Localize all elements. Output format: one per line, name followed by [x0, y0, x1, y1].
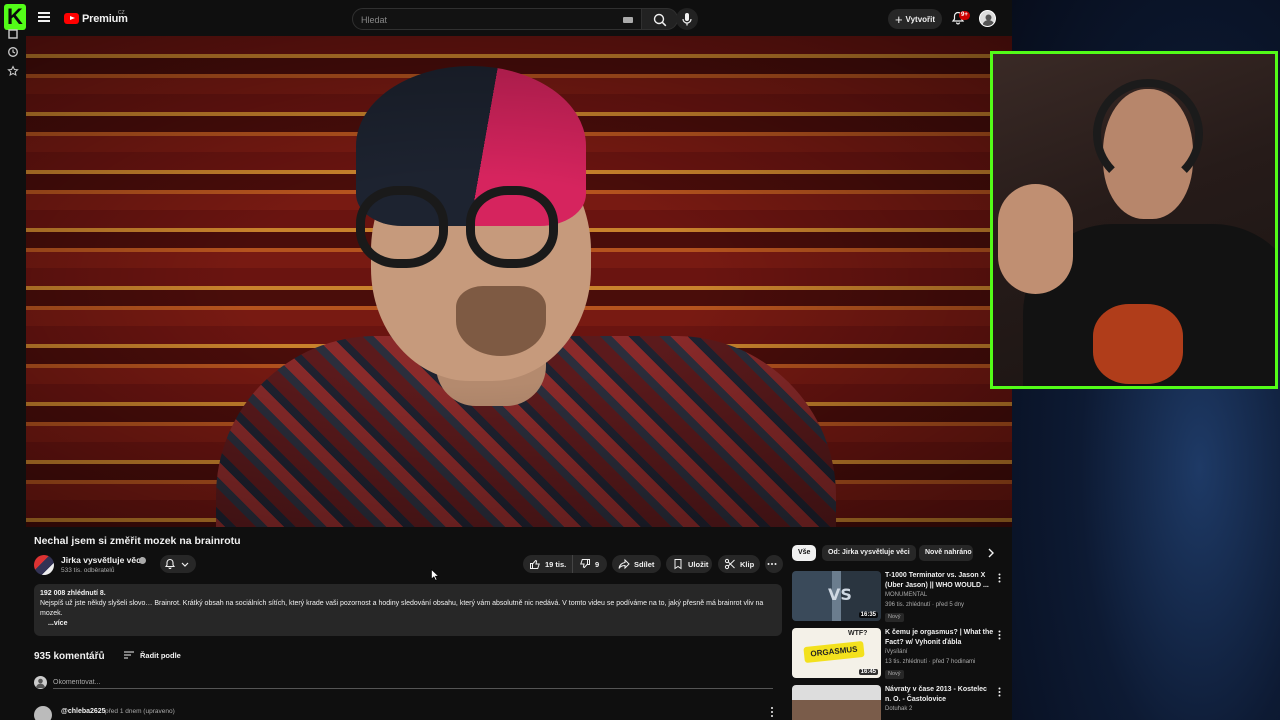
show-more-link[interactable]: ...více: [40, 619, 776, 629]
subscriber-count: 533 tis. odběratelů: [61, 567, 115, 574]
share-button[interactable]: Sdílet: [612, 555, 661, 573]
recommendation-title[interactable]: K čemu je orgasmus? | What the Fact? w/ …: [885, 628, 995, 647]
chip-all[interactable]: Vše: [792, 545, 817, 561]
country-code: CZ: [118, 10, 125, 16]
more-vertical-icon[interactable]: [998, 630, 1001, 640]
history-icon[interactable]: [7, 46, 19, 58]
recommendation-item[interactable]: Návraty v čase 2013 - Kostelec n. O. - Č…: [792, 685, 1007, 720]
menu-icon[interactable]: [38, 12, 50, 22]
comment-author[interactable]: @chleba2625: [61, 708, 106, 715]
recommendation-item[interactable]: WTF? ORGASMUS 16:45 K čemu je orgasmus? …: [792, 628, 1007, 684]
webcam-hand: [998, 184, 1073, 294]
create-label: Vytvořit: [905, 14, 936, 24]
more-vertical-icon[interactable]: [998, 573, 1001, 583]
account-avatar[interactable]: [979, 10, 996, 27]
recommendation-channel[interactable]: iVysílání: [885, 649, 907, 655]
sort-button[interactable]: Řadit podle: [140, 651, 181, 660]
thumbs-down-icon: [580, 559, 590, 569]
scissors-icon: [724, 558, 735, 570]
chip-from-channel[interactable]: Od: Jirka vysvětluje věci: [822, 545, 916, 561]
recommendation-channel[interactable]: Dotuhak 2: [885, 706, 912, 712]
chevron-right-icon[interactable]: [985, 546, 997, 560]
search-box: [352, 8, 642, 30]
recommendation-meta: 396 tis. zhlédnutí · před 5 dny: [885, 602, 965, 608]
notification-badge: 9+: [959, 11, 970, 20]
kick-logo: K: [4, 4, 26, 30]
youtube-play-icon: [64, 13, 79, 24]
subscription-bell-button[interactable]: [160, 555, 196, 573]
create-button[interactable]: + Vytvořit: [888, 9, 942, 29]
recommendation-title[interactable]: T-1000 Terminator vs. Jason X (Uber Jaso…: [885, 571, 995, 590]
user-icon: [982, 14, 995, 26]
thumbnail-text-secondary: WTF?: [848, 630, 868, 637]
recommendation-item[interactable]: VS 16:35 T-1000 Terminator vs. Jason X (…: [792, 571, 1007, 627]
channel-avatar[interactable]: [34, 555, 54, 575]
save-button[interactable]: Uložit: [666, 555, 712, 573]
new-badge: Nový: [885, 613, 904, 622]
thumbnail-text: ORGASMUS: [803, 640, 865, 664]
bookmark-icon: [674, 559, 682, 570]
webcam-shirt-print: [1093, 304, 1183, 384]
thumbs-up-icon: [530, 559, 540, 569]
chip-recently-uploaded[interactable]: Nově nahráno: [919, 545, 973, 561]
keyboard-icon[interactable]: [623, 17, 633, 23]
user-icon: [36, 678, 45, 688]
comment-menu-icon[interactable]: [770, 706, 774, 718]
video-duration: 16:45: [858, 669, 878, 675]
plus-icon: +: [894, 11, 903, 27]
star-icon[interactable]: [7, 65, 19, 77]
recommendation-thumbnail[interactable]: WTF? ORGASMUS 16:45: [792, 628, 881, 678]
own-avatar: [34, 676, 47, 689]
video-duration: 16:35: [858, 612, 878, 618]
search-input[interactable]: [361, 13, 601, 27]
more-vertical-icon[interactable]: [998, 687, 1001, 697]
top-bar: Premium CZ + Vytvořit 9+: [26, 0, 1012, 36]
video-title: Nechal jsem si změřit mozek na brainrotu: [34, 535, 241, 547]
description-text: Nejspíš už jste někdy slyšeli slovo… Bra…: [40, 600, 764, 617]
video-player[interactable]: [26, 36, 1012, 527]
voice-search-button[interactable]: [676, 8, 698, 30]
search-icon: [653, 13, 667, 27]
microphone-icon: [682, 13, 692, 26]
view-stats: 192 008 zhlédnutí 8.: [40, 590, 106, 597]
library-icon[interactable]: [7, 28, 19, 40]
share-icon: [618, 558, 630, 570]
mouse-cursor-icon: [431, 569, 439, 581]
comments-count: 935 komentářů: [34, 651, 105, 662]
dislike-button[interactable]: 9: [573, 558, 599, 570]
recommendation-thumbnail[interactable]: VS 16:35: [792, 571, 881, 621]
comment-author-avatar[interactable]: [34, 706, 52, 720]
video-vignette: [26, 36, 1012, 527]
description-box[interactable]: 192 008 zhlédnutí 8. Nejspíš už jste něk…: [34, 584, 782, 636]
more-actions-button[interactable]: [765, 555, 783, 573]
like-button[interactable]: 19 tis.: [523, 555, 573, 573]
thumbnail-text: VS: [828, 585, 852, 604]
add-comment-input[interactable]: [53, 677, 773, 689]
search-button[interactable]: [642, 8, 678, 30]
verified-icon: [139, 557, 146, 564]
like-count: 19 tis.: [545, 559, 567, 569]
save-label: Uložit: [688, 559, 709, 569]
recommendation-channel[interactable]: MONUMENTAL: [885, 592, 927, 598]
left-nav-strip: K: [0, 0, 26, 720]
dislike-count: 9: [595, 559, 600, 569]
more-horizontal-icon: [767, 563, 777, 565]
channel-name[interactable]: Jirka vysvětluje věci: [61, 555, 143, 565]
recommendation-title[interactable]: Návraty v čase 2013 - Kostelec n. O. - Č…: [885, 685, 995, 704]
like-dislike-group: 19 tis. 9: [523, 555, 607, 573]
webcam-headphones: [1093, 79, 1203, 189]
bell-chevron-icon: [164, 558, 189, 570]
clip-button[interactable]: Klip: [718, 555, 760, 573]
new-badge: Nový: [885, 670, 904, 679]
comment-time[interactable]: před 1 dnem (upraveno): [105, 708, 175, 715]
clip-label: Klip: [740, 559, 755, 569]
recommendation-meta: 13 tis. zhlédnutí · před 7 hodinami: [885, 659, 976, 665]
sort-icon[interactable]: [124, 651, 134, 659]
recommendation-thumbnail[interactable]: [792, 685, 881, 720]
share-label: Sdílet: [634, 559, 655, 569]
streamer-webcam: [990, 51, 1278, 389]
